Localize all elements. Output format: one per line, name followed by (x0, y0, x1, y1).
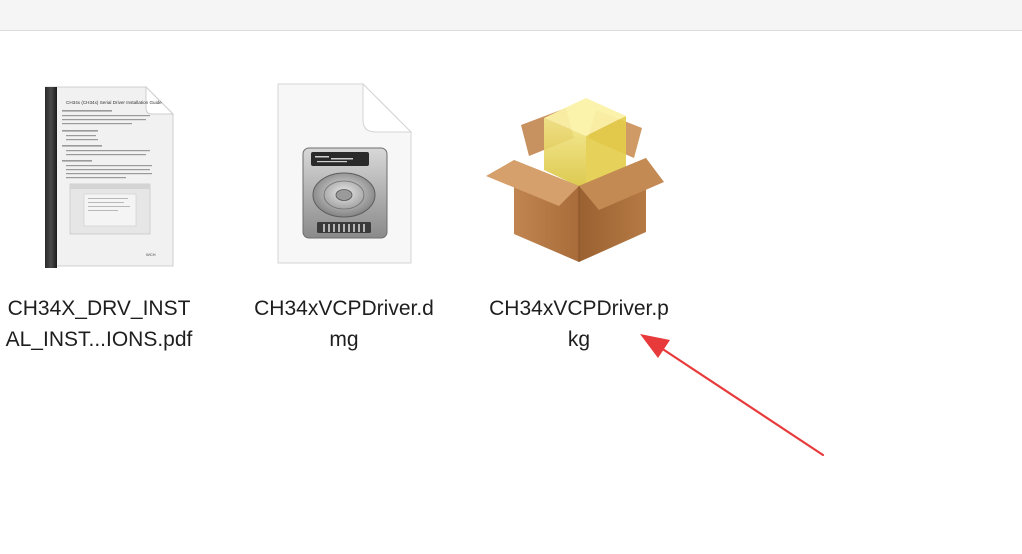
file-name-line-2: mg (329, 328, 359, 351)
pdf-document-icon[interactable]: CH34x (CH34x) Serial Driver Installation… (0, 70, 212, 280)
file-name-line-2: AL_INST...IONS.pdf (5, 328, 193, 351)
disk-image-icon[interactable] (231, 70, 457, 280)
installer-package-icon[interactable] (466, 70, 692, 280)
file-name-pdf[interactable]: CH34X_DRV_INST AL_INST...IONS.pdf (0, 293, 212, 355)
file-name-line-1: CH34X_DRV_INST (7, 297, 191, 320)
pdf-preview-heading: CH34x (CH34x) Serial Driver Installation… (66, 100, 162, 105)
file-name-pkg[interactable]: CH34xVCPDriver.p kg (466, 293, 692, 355)
file-item-pkg[interactable]: CH34xVCPDriver.p kg (466, 70, 692, 370)
file-item-dmg[interactable]: CH34xVCPDriver.d mg (231, 70, 457, 370)
file-name-line-1: CH34xVCPDriver.p (489, 297, 669, 320)
file-name-line-1: CH34xVCPDriver.d (254, 297, 434, 320)
pdf-preview-footer: WCH (146, 252, 156, 257)
finder-toolbar (0, 0, 1022, 31)
file-item-pdf[interactable]: CH34x (CH34x) Serial Driver Installation… (0, 70, 212, 370)
file-name-dmg[interactable]: CH34xVCPDriver.d mg (231, 293, 457, 355)
file-name-line-2: kg (567, 328, 591, 351)
